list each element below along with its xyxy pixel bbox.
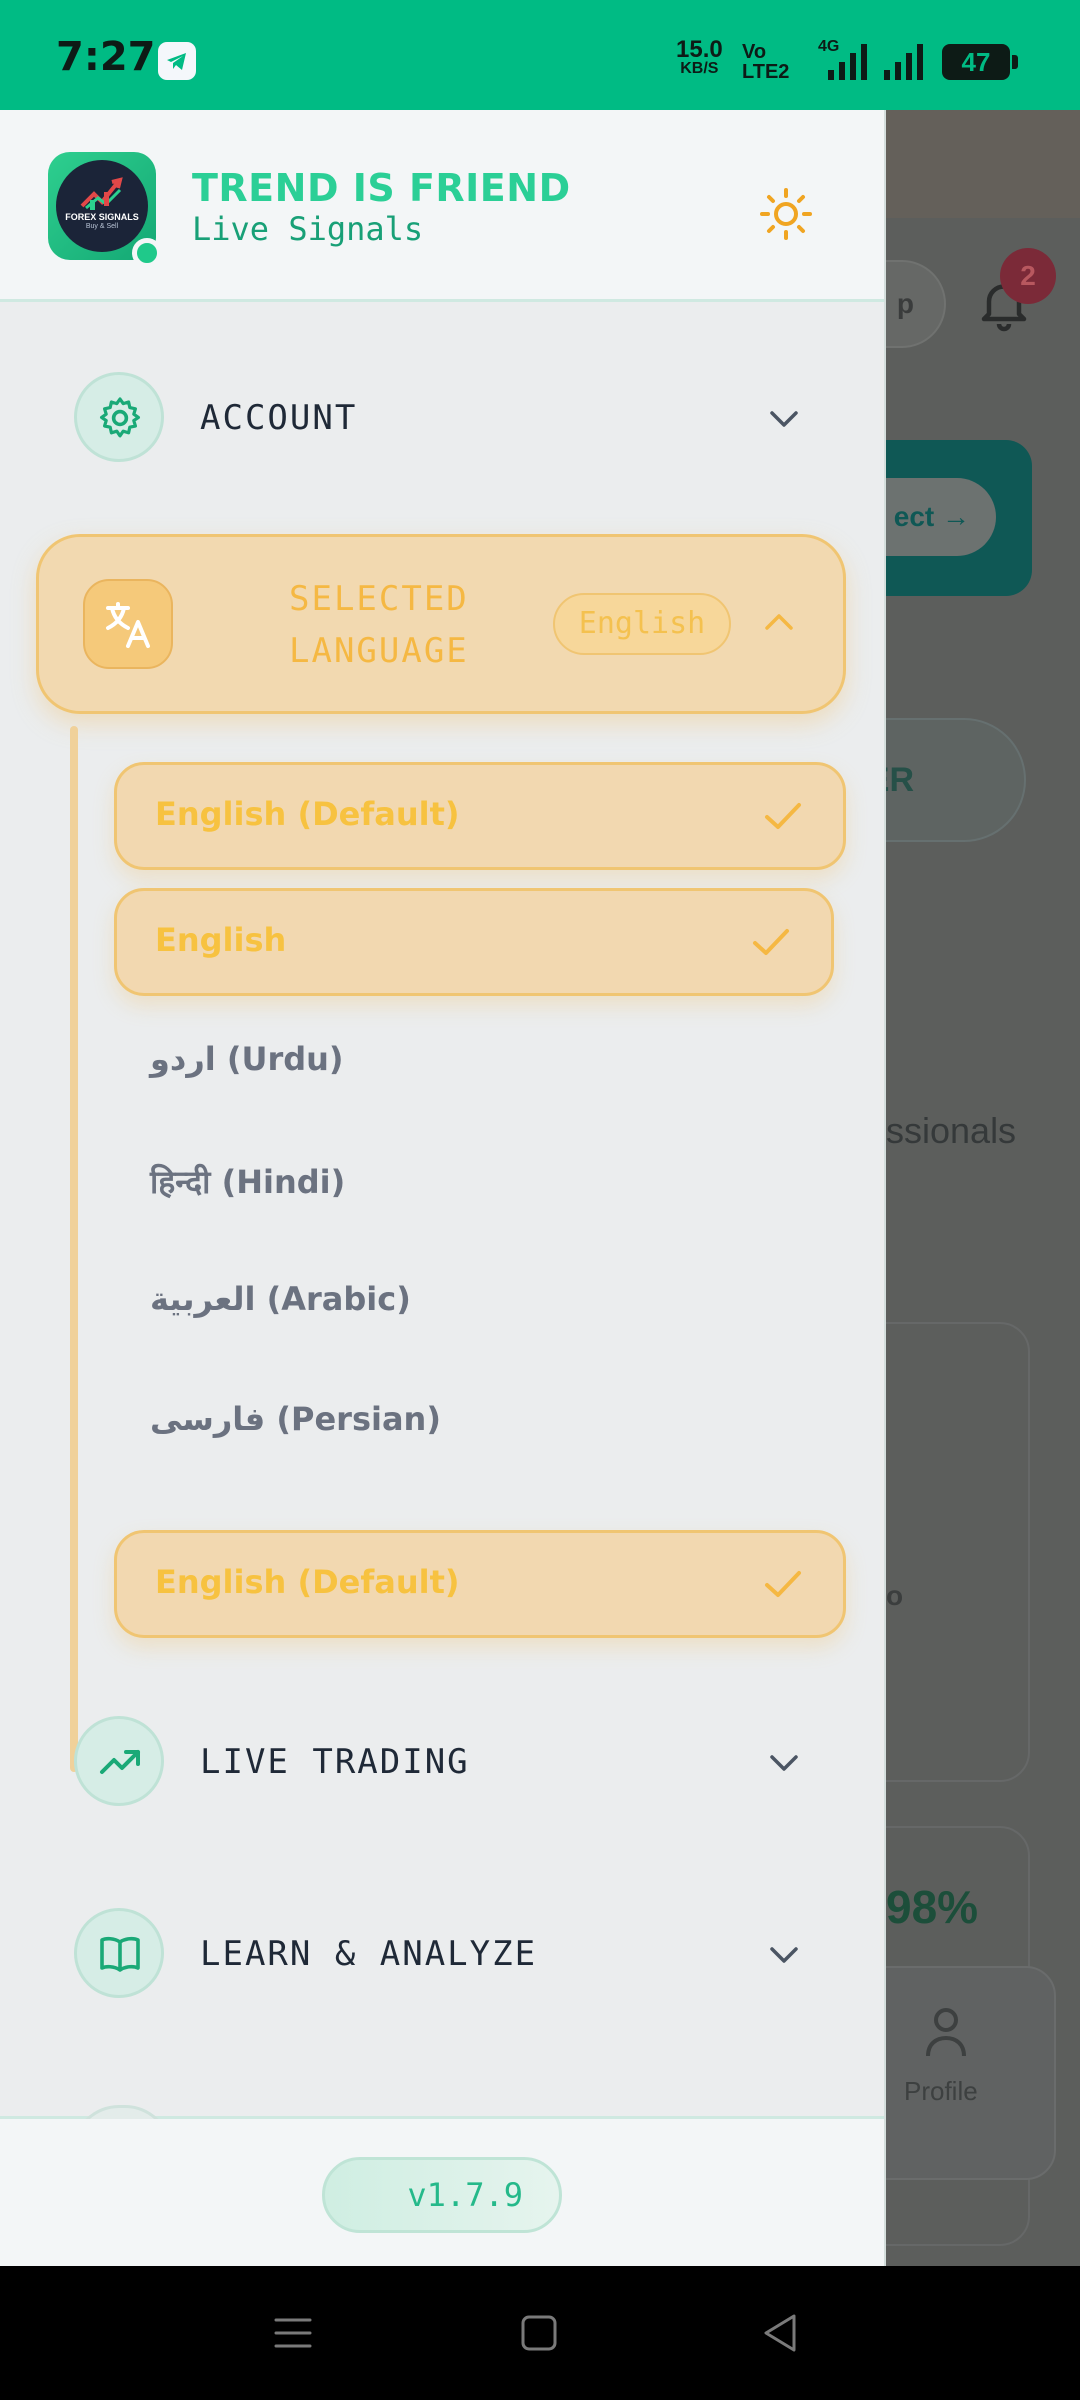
telegram-icon bbox=[158, 42, 196, 80]
back-icon[interactable] bbox=[758, 2310, 804, 2356]
background-card bbox=[886, 1322, 1030, 1782]
menu-item-learn-analyze-label: LEARN & ANALYZE bbox=[200, 1934, 538, 1974]
language-option[interactable]: فارسی (Persian) bbox=[114, 1382, 814, 1462]
chevron-down-icon bbox=[770, 411, 798, 427]
language-option[interactable]: English (Default) bbox=[114, 1530, 846, 1638]
background-pill-button: p bbox=[886, 260, 946, 348]
language-option[interactable]: العربية (Arabic) bbox=[114, 1262, 814, 1342]
volte-indicator: Vo LTE2 bbox=[742, 41, 790, 83]
navigation-drawer: FOREX SIGNALS Buy & Sell TREND IS FRIEND… bbox=[0, 110, 886, 2266]
background-page-scrim[interactable]: p 2 ect → ER ssionals o 98% Profile bbox=[886, 110, 1080, 2266]
background-text: ssionals bbox=[886, 1110, 1017, 1151]
logo-title: FOREX SIGNALS bbox=[65, 212, 139, 222]
profile-label: Profile bbox=[904, 2076, 978, 2106]
trending-up-icon bbox=[74, 1716, 164, 1806]
language-list-rail bbox=[70, 726, 78, 1772]
system-navigation-bar bbox=[0, 2266, 1080, 2400]
language-option[interactable]: हिन्दी (Hindi) bbox=[114, 1142, 814, 1222]
language-option-label: العربية (Arabic) bbox=[150, 1280, 411, 1318]
status-bar: 7:27 15.0 KB/S Vo LTE2 4G 47 bbox=[0, 0, 1080, 110]
language-option-label: हिन्दी (Hindi) bbox=[150, 1163, 346, 1201]
chevron-down-icon bbox=[770, 1755, 798, 1771]
language-option-label: English (Default) bbox=[155, 795, 460, 833]
status-time: 7:27 bbox=[56, 34, 156, 80]
check-icon bbox=[765, 803, 801, 829]
logo-subtitle: Buy & Sell bbox=[85, 223, 119, 230]
chevron-up-icon bbox=[765, 614, 793, 630]
background-header bbox=[886, 110, 1080, 218]
background-card-text: o bbox=[886, 1580, 904, 1611]
app-version-badge: v1.7.9 bbox=[322, 2157, 562, 2233]
theme-toggle-button[interactable] bbox=[748, 176, 824, 252]
background-bottom-nav bbox=[886, 1966, 1056, 2180]
menu-icon[interactable] bbox=[270, 2310, 316, 2356]
network-speed: 15.0 KB/S bbox=[676, 36, 723, 78]
language-option[interactable]: English bbox=[114, 888, 834, 996]
menu-item-live-trading-label: LIVE TRADING bbox=[200, 1742, 470, 1782]
app-subtitle: Live Signals bbox=[192, 210, 424, 248]
home-icon[interactable] bbox=[516, 2310, 562, 2356]
background-connect-button: ect → bbox=[886, 478, 996, 556]
menu-item-language-label: SELECTED LANGUAGE bbox=[289, 579, 469, 671]
signal-strength-2-icon bbox=[884, 44, 923, 80]
translate-icon bbox=[83, 579, 173, 669]
gear-icon bbox=[74, 372, 164, 462]
check-icon bbox=[753, 929, 789, 955]
notification-badge: 2 bbox=[1000, 248, 1056, 304]
drawer-header: FOREX SIGNALS Buy & Sell TREND IS FRIEND… bbox=[0, 110, 884, 302]
profile-icon bbox=[926, 2008, 966, 2057]
background-percent: 98% bbox=[886, 1881, 979, 1933]
menu-item-live-trading[interactable]: LIVE TRADING bbox=[0, 1702, 884, 1822]
language-option-label: اردو (Urdu) bbox=[150, 1040, 344, 1078]
check-icon bbox=[765, 1571, 801, 1597]
menu-item-learn-analyze[interactable]: LEARN & ANALYZE bbox=[0, 1894, 884, 2014]
app-title: TREND IS FRIEND bbox=[192, 166, 571, 210]
chevron-down-icon bbox=[770, 1947, 798, 1963]
sun-icon bbox=[760, 188, 812, 240]
language-option-label: English bbox=[155, 921, 287, 959]
menu-item-account[interactable]: ACCOUNT bbox=[0, 358, 884, 478]
drawer-footer: v1.7.9 bbox=[0, 2105, 884, 2266]
signal-strength-icon bbox=[828, 44, 867, 80]
language-option[interactable]: English (Default) bbox=[114, 762, 846, 870]
next-menu-icon-peek bbox=[72, 2105, 166, 2119]
online-status-dot bbox=[132, 238, 162, 268]
current-language-badge: English bbox=[553, 593, 731, 655]
language-option[interactable]: اردو (Urdu) bbox=[114, 1022, 814, 1102]
menu-item-language[interactable]: SELECTED LANGUAGE English bbox=[36, 534, 846, 714]
book-icon bbox=[74, 1908, 164, 1998]
background-chip: ER bbox=[886, 718, 1026, 842]
language-option-label: فارسی (Persian) bbox=[150, 1400, 441, 1438]
language-option-label: English (Default) bbox=[155, 1563, 460, 1601]
battery-icon: 47 bbox=[942, 44, 1018, 80]
menu-item-account-label: ACCOUNT bbox=[200, 398, 358, 438]
